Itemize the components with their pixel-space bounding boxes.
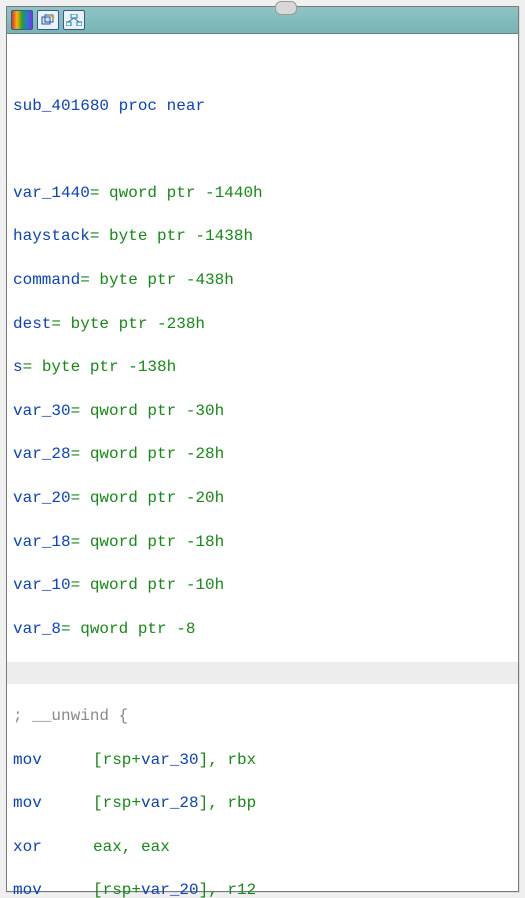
asm-line: mov[rsp+var_30], rbx: [13, 750, 512, 772]
var-decl: var_18= qword ptr -18h: [13, 532, 512, 554]
var-rest: = byte ptr -1438h: [90, 227, 253, 245]
var-decl: var_30= qword ptr -30h: [13, 401, 512, 423]
proc-name: sub_401680: [13, 97, 109, 115]
var-name: var_1440: [13, 184, 90, 202]
var-rest: = qword ptr -18h: [71, 533, 225, 551]
drag-handle[interactable]: [275, 1, 297, 15]
var-rest: = qword ptr -30h: [71, 402, 225, 420]
disassembly-window: sub_401680 proc near var_1440= qword ptr…: [6, 6, 519, 892]
var-name: var_30: [13, 402, 71, 420]
proc-header: sub_401680 proc near: [13, 96, 512, 118]
var-name: var_18: [13, 533, 71, 551]
var-decl: var_1440= qword ptr -1440h: [13, 183, 512, 205]
kw-proc: proc: [119, 97, 157, 115]
mnemonic: mov: [13, 750, 93, 772]
var-rest: = qword ptr -28h: [71, 445, 225, 463]
var-name: var_28: [13, 445, 71, 463]
op-var: var_20: [141, 881, 199, 898]
var-rest: = byte ptr -138h: [23, 358, 177, 376]
op: [rsp+: [93, 751, 141, 769]
var-rest: = qword ptr -8: [61, 620, 195, 638]
var-rest: = qword ptr -20h: [71, 489, 225, 507]
var-name: s: [13, 358, 23, 376]
window-restore-icon[interactable]: [37, 10, 59, 30]
op: eax, eax: [93, 838, 170, 856]
mnemonic: xor: [13, 837, 93, 859]
var-decl: var_10= qword ptr -10h: [13, 575, 512, 597]
var-rest: = qword ptr -10h: [71, 576, 225, 594]
var-decl: var_8= qword ptr -8: [13, 619, 512, 641]
asm-line: xoreax, eax: [13, 837, 512, 859]
var-name: var_10: [13, 576, 71, 594]
asm-line: mov[rsp+var_20], r12: [13, 880, 512, 898]
var-decl: haystack= byte ptr -1438h: [13, 226, 512, 248]
titlebar: [7, 7, 518, 34]
disassembly-content[interactable]: sub_401680 proc near var_1440= qword ptr…: [7, 34, 518, 898]
op-var: var_28: [141, 794, 199, 812]
comment-line: ; __unwind {: [13, 706, 512, 728]
kw-near: near: [167, 97, 205, 115]
op: [rsp+: [93, 881, 141, 898]
var-decl: var_28= qword ptr -28h: [13, 444, 512, 466]
var-name: dest: [13, 315, 51, 333]
op: ], r12: [199, 881, 257, 898]
op: ], rbx: [199, 751, 257, 769]
graph-icon[interactable]: [63, 10, 85, 30]
var-rest: = byte ptr -238h: [51, 315, 205, 333]
op: [rsp+: [93, 794, 141, 812]
op: ], rbp: [199, 794, 257, 812]
mnemonic: mov: [13, 880, 93, 898]
var-name: haystack: [13, 227, 90, 245]
mnemonic: mov: [13, 793, 93, 815]
op-var: var_30: [141, 751, 199, 769]
var-name: command: [13, 271, 80, 289]
var-name: var_8: [13, 620, 61, 638]
var-decl: dest= byte ptr -238h: [13, 314, 512, 336]
var-rest: = byte ptr -438h: [80, 271, 234, 289]
palette-icon[interactable]: [11, 10, 33, 30]
var-name: var_20: [13, 489, 71, 507]
var-decl: command= byte ptr -438h: [13, 270, 512, 292]
asm-line: mov[rsp+var_28], rbp: [13, 793, 512, 815]
highlight-row: [7, 662, 518, 684]
var-rest: = qword ptr -1440h: [90, 184, 263, 202]
var-decl: s= byte ptr -138h: [13, 357, 512, 379]
blank-line: [13, 139, 512, 161]
var-decl: var_20= qword ptr -20h: [13, 488, 512, 510]
unwind-comment: ; __unwind {: [13, 707, 128, 725]
